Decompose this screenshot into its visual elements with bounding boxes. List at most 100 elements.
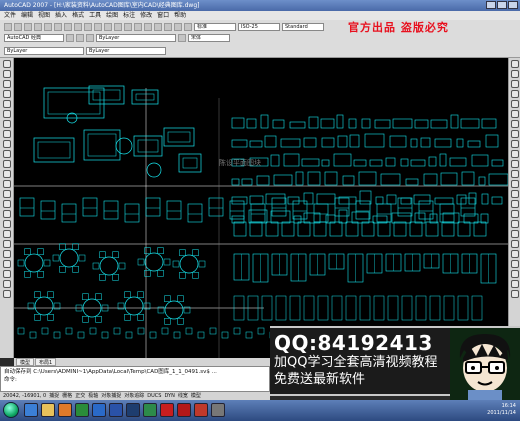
command-window[interactable]: 自动保存到 C:\Users\ADMINI~1\AppData\Local\Te… (0, 366, 270, 392)
open-file-icon[interactable] (14, 23, 22, 31)
properties-icon[interactable] (154, 23, 162, 31)
zoom-window-icon[interactable] (134, 23, 142, 31)
close-icon[interactable] (508, 1, 518, 9)
match-properties-icon[interactable] (84, 23, 92, 31)
polygon-icon[interactable] (2, 90, 11, 98)
paste-icon[interactable] (74, 23, 82, 31)
drawing-canvas[interactable]: 陈设平面图块 (14, 58, 508, 358)
break-icon[interactable] (510, 180, 519, 188)
undo-icon[interactable] (94, 23, 102, 31)
explode-icon[interactable] (510, 220, 519, 228)
hatch-icon[interactable] (2, 200, 11, 208)
break-at-point-icon[interactable] (510, 170, 519, 178)
menu-window[interactable]: 窗口 (157, 11, 169, 20)
excel-icon[interactable] (143, 403, 157, 417)
ortho-toggle[interactable]: 正交 (75, 392, 85, 400)
menu-draw[interactable]: 绘图 (106, 11, 118, 20)
dyn-toggle[interactable]: DYN (164, 392, 174, 400)
menu-edit[interactable]: 编辑 (21, 11, 33, 20)
extend-icon[interactable] (510, 160, 519, 168)
polyline-icon[interactable] (2, 80, 11, 88)
join-icon[interactable] (510, 190, 519, 198)
match-layer-icon[interactable] (510, 270, 519, 278)
menu-help[interactable]: 帮助 (174, 11, 186, 20)
menu-format[interactable]: 格式 (72, 11, 84, 20)
scale-object-icon[interactable] (510, 130, 519, 138)
move-icon[interactable] (510, 110, 519, 118)
layer-iso-icon[interactable] (510, 280, 519, 288)
ie-icon[interactable] (24, 403, 38, 417)
workspace-settings-icon[interactable] (66, 34, 74, 42)
maximize-icon[interactable] (497, 1, 507, 9)
color-combo[interactable]: ByLayer (4, 47, 84, 55)
menu-modify[interactable]: 修改 (140, 11, 152, 20)
media-icon[interactable] (75, 403, 89, 417)
menu-view[interactable]: 视图 (38, 11, 50, 20)
snap-toggle[interactable]: 捕捉 (49, 392, 59, 400)
offset-icon[interactable] (510, 90, 519, 98)
help-icon[interactable] (184, 23, 192, 31)
properties-palette-icon[interactable] (510, 230, 519, 238)
taskbar-clock[interactable]: 16:14 2011/11/14 (487, 403, 516, 417)
trim-icon[interactable] (510, 150, 519, 158)
tab-model[interactable]: 模型 (16, 358, 35, 366)
layer-state-icon[interactable] (86, 34, 94, 42)
stretch-icon[interactable] (510, 140, 519, 148)
menu-file[interactable]: 文件 (4, 11, 16, 20)
table-icon[interactable] (2, 230, 11, 238)
list-icon[interactable] (2, 260, 11, 268)
point-icon[interactable] (2, 190, 11, 198)
zoom-realtime-icon[interactable] (124, 23, 132, 31)
fillet-icon[interactable] (510, 210, 519, 218)
ellipse-icon[interactable] (2, 150, 11, 158)
linetype-combo[interactable]: ByLayer (86, 47, 166, 55)
make-current-icon[interactable] (178, 34, 186, 42)
rectangle-icon[interactable] (2, 100, 11, 108)
extra-tool-icon[interactable] (2, 290, 11, 298)
dist-icon[interactable] (2, 250, 11, 258)
tablestyle-combo[interactable]: Standard (282, 23, 324, 31)
qq-icon[interactable] (92, 403, 106, 417)
arc-icon[interactable] (2, 110, 11, 118)
layer-off-icon[interactable] (510, 240, 519, 248)
revision-cloud-icon[interactable] (2, 130, 11, 138)
redo-icon[interactable] (104, 23, 112, 31)
extra-modify-icon[interactable] (510, 290, 519, 298)
tab-layout1[interactable]: 布局1 (35, 358, 57, 366)
circle-icon[interactable] (2, 120, 11, 128)
line-icon[interactable] (2, 60, 11, 68)
zoom-previous-icon[interactable] (144, 23, 152, 31)
recorder-icon[interactable] (211, 403, 225, 417)
grid-toggle[interactable]: 栅格 (62, 392, 72, 400)
save-icon[interactable] (24, 23, 32, 31)
minimize-icon[interactable] (486, 1, 496, 9)
copy-icon[interactable] (64, 23, 72, 31)
gradient-icon[interactable] (2, 210, 11, 218)
design-center-icon[interactable] (164, 23, 172, 31)
acrobat-reader-icon[interactable] (177, 403, 191, 417)
acrobat-icon[interactable] (160, 403, 174, 417)
chamfer-icon[interactable] (510, 200, 519, 208)
osnap-toggle[interactable]: 对象捕捉 (101, 392, 121, 400)
ellipse-arc-icon[interactable] (2, 160, 11, 168)
layer-manager-icon[interactable] (76, 34, 84, 42)
firefox-icon[interactable] (58, 403, 72, 417)
otrack-toggle[interactable]: 对象追踪 (124, 392, 144, 400)
lineweight-toggle[interactable]: 线宽 (178, 392, 188, 400)
erase-icon[interactable] (510, 60, 519, 68)
explorer-icon[interactable] (41, 403, 55, 417)
layer-lock-icon[interactable] (510, 260, 519, 268)
polar-toggle[interactable]: 极轴 (88, 392, 98, 400)
make-block-icon[interactable] (2, 180, 11, 188)
menu-dimension[interactable]: 标注 (123, 11, 135, 20)
layer-combo[interactable]: ByLayer (96, 34, 176, 42)
photoshop-icon[interactable] (126, 403, 140, 417)
menu-tools[interactable]: 工具 (89, 11, 101, 20)
quick-calc-icon[interactable] (2, 270, 11, 278)
scale-icon[interactable] (2, 280, 11, 288)
copy-object-icon[interactable] (510, 70, 519, 78)
menu-insert[interactable]: 插入 (55, 11, 67, 20)
tool-palette-icon[interactable] (174, 23, 182, 31)
rotate-icon[interactable] (510, 120, 519, 128)
model-toggle[interactable]: 模型 (191, 392, 201, 400)
